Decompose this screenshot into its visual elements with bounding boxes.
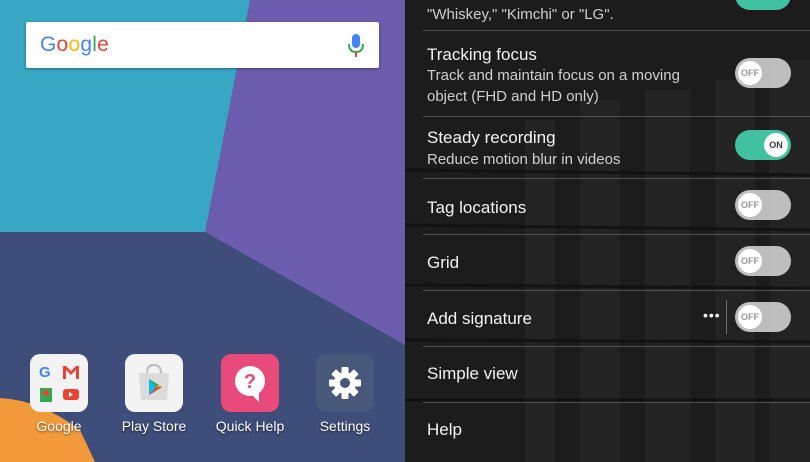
quick-help-icon: ? bbox=[221, 354, 279, 412]
setting-simple-view[interactable]: Simple view bbox=[405, 346, 810, 402]
toggle-knob: OFF bbox=[738, 61, 762, 85]
steady-recording-toggle[interactable]: ON bbox=[735, 130, 791, 160]
app-play-store[interactable]: Play Store bbox=[111, 354, 197, 434]
google-logo: Google bbox=[40, 33, 109, 56]
google-folder-icon: G bbox=[30, 354, 88, 412]
toggle-knob: ON bbox=[764, 133, 788, 157]
separator bbox=[726, 300, 727, 334]
setting-subtitle: Reduce motion blur in videos bbox=[427, 151, 621, 168]
setting-grid[interactable]: Grid OFF bbox=[405, 234, 810, 290]
setting-tracking-focus[interactable]: Tracking focus Track and maintain focus … bbox=[405, 30, 810, 116]
add-signature-toggle[interactable]: OFF bbox=[735, 302, 791, 332]
app-label: Quick Help bbox=[215, 418, 285, 434]
google-search-bar[interactable]: Google bbox=[26, 22, 379, 68]
setting-steady-recording[interactable]: Steady recording Reduce motion blur in v… bbox=[405, 116, 810, 178]
setting-tag-locations[interactable]: Tag locations OFF bbox=[405, 178, 810, 234]
app-dock: G Google Play Store ? Quick Help Setting… bbox=[0, 354, 405, 444]
app-label: Google bbox=[36, 418, 82, 434]
setting-title: Grid bbox=[427, 253, 460, 272]
setting-title: Add signature bbox=[427, 309, 532, 328]
app-quick-help[interactable]: ? Quick Help bbox=[207, 354, 293, 434]
setting-title: Tracking focus bbox=[427, 45, 537, 64]
setting-title: Steady recording bbox=[427, 128, 556, 147]
toggle-knob: OFF bbox=[738, 305, 762, 329]
app-google[interactable]: G Google bbox=[16, 354, 102, 434]
setting-subtitle: object (FHD and HD only) bbox=[427, 88, 599, 105]
setting-subtitle: Track and maintain focus on a moving bbox=[427, 67, 680, 84]
svg-text:?: ? bbox=[244, 371, 256, 393]
app-label: Play Store bbox=[121, 418, 187, 434]
gear-icon bbox=[316, 354, 374, 412]
home-screen: Google G Google Play Store ? Quick Help … bbox=[0, 0, 405, 462]
app-label: Settings bbox=[319, 418, 371, 434]
svg-text:G: G bbox=[39, 364, 51, 381]
more-options-icon[interactable]: ••• bbox=[703, 307, 721, 323]
setting-title: Simple view bbox=[427, 364, 518, 383]
setting-title: Tag locations bbox=[427, 198, 527, 217]
tag-locations-toggle[interactable]: OFF bbox=[735, 190, 791, 220]
microphone-icon[interactable] bbox=[347, 32, 365, 58]
app-settings[interactable]: Settings bbox=[302, 354, 388, 434]
setting-title: Help bbox=[427, 420, 462, 439]
camera-settings-panel: "Whiskey," "Kimchi" or "LG". Tracking fo… bbox=[405, 0, 810, 462]
grid-toggle[interactable]: OFF bbox=[735, 246, 791, 276]
play-store-icon bbox=[125, 354, 183, 412]
toggle-knob: OFF bbox=[738, 249, 762, 273]
setting-add-signature[interactable]: Add signature ••• OFF bbox=[405, 290, 810, 346]
toggle-knob: OFF bbox=[738, 193, 762, 217]
setting-help[interactable]: Help bbox=[405, 402, 810, 462]
partial-description: "Whiskey," "Kimchi" or "LG". bbox=[427, 6, 614, 23]
tracking-focus-toggle[interactable]: OFF bbox=[735, 58, 791, 88]
